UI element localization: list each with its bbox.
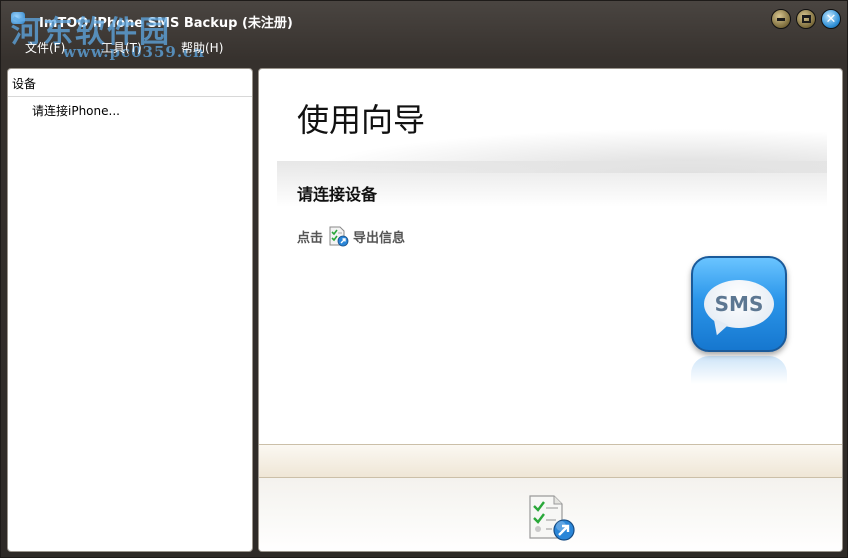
maximize-button[interactable] [796, 9, 816, 29]
title-bar[interactable]: ImTOO iPhone SMS Backup (未注册) 河东软件园 www.… [1, 1, 847, 61]
menu-tools[interactable]: 工具(T) [101, 39, 142, 56]
wizard-panel: 使用向导 请连接设备 点击 导出信息 SMS [258, 68, 843, 552]
app-window: ImTOO iPhone SMS Backup (未注册) 河东软件园 www.… [0, 0, 848, 558]
menu-file[interactable]: 文件(F) [25, 39, 65, 56]
menu-bar: 文件(F) 工具(T) 帮助(H) [1, 37, 847, 59]
export-messages-icon [529, 495, 575, 541]
export-hint: 点击 导出信息 [297, 225, 405, 247]
close-icon: ✕ [825, 11, 837, 27]
device-list-item[interactable]: 请连接iPhone... [32, 102, 120, 119]
window-title: ImTOO iPhone SMS Backup (未注册) [39, 16, 293, 31]
hint-suffix: 导出信息 [353, 230, 406, 246]
minimize-button[interactable] [771, 9, 791, 29]
status-strip [259, 444, 842, 478]
sms-logo-text: SMS [714, 292, 764, 316]
device-panel: 设备 请连接iPhone... [7, 68, 253, 552]
sms-logo: SMS [691, 256, 787, 352]
sms-logo-reflection [691, 356, 787, 384]
wizard-title: 使用向导 [297, 101, 426, 139]
maximize-icon [801, 15, 811, 23]
minimize-icon [777, 17, 785, 21]
bottom-toolbar [259, 478, 842, 551]
export-messages-icon [327, 225, 349, 247]
close-button[interactable]: ✕ [821, 9, 841, 29]
app-icon [11, 12, 25, 24]
device-panel-header: 设备 [8, 69, 252, 97]
export-messages-button[interactable] [526, 494, 576, 542]
sms-bubble-icon: SMS [704, 280, 774, 328]
connect-device-heading: 请连接设备 [297, 185, 378, 204]
hint-prefix: 点击 [297, 230, 324, 246]
menu-help[interactable]: 帮助(H) [181, 39, 223, 56]
